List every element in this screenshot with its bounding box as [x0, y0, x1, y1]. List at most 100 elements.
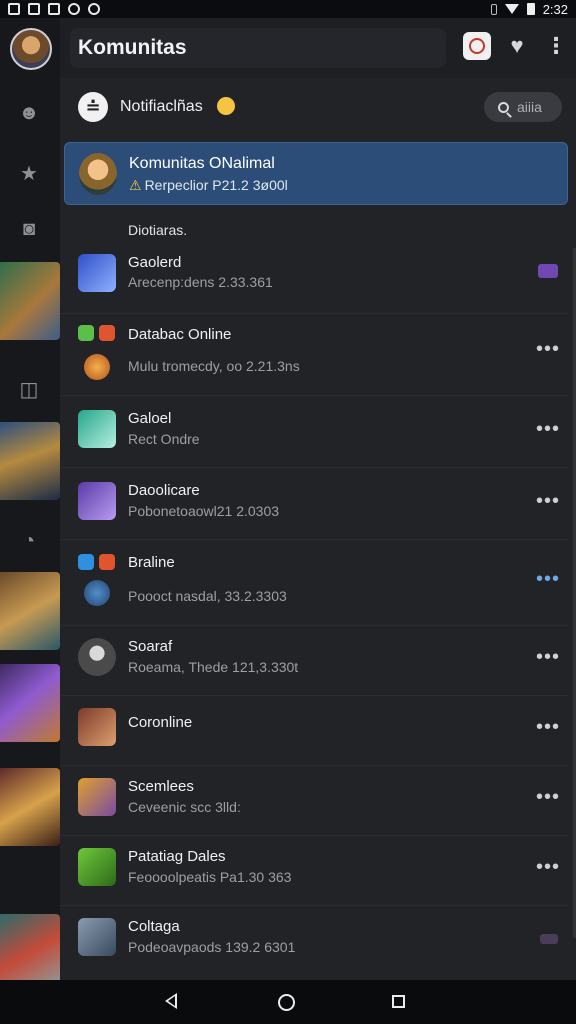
community-thumbnail[interactable]: [0, 422, 60, 500]
search-placeholder: aiiia: [517, 99, 542, 115]
more-options-icon[interactable]: •••: [536, 646, 560, 669]
wifi-icon: [504, 4, 519, 14]
list-item[interactable]: Galoel Rect Ondre •••: [60, 396, 568, 468]
notifications-panel: ≐ Notifiaclñas aiiia Komunitas ONalimal …: [60, 78, 576, 980]
badge-chip[interactable]: [538, 264, 558, 278]
star-icon[interactable]: ★: [16, 160, 42, 186]
list-item[interactable]: Soaraf Roeama, Thede 121,3.330t •••: [60, 626, 568, 696]
red-badge-icon: [99, 325, 115, 341]
list-item[interactable]: Daoolicare Pobonetoaowl21 2.0303 •••: [60, 468, 568, 540]
community-thumbnail[interactable]: [0, 572, 60, 650]
item-name: Patatiag Dales: [128, 848, 226, 865]
item-subtitle: Podeoavpaods 139.2 6301: [128, 939, 296, 955]
more-options-icon[interactable]: •••: [536, 568, 560, 591]
back-icon[interactable]: [165, 993, 177, 1009]
more-options-icon[interactable]: •••: [536, 490, 560, 513]
featured-subtitle: ⚠ Rerpeclior P21.2 3ø00l: [129, 177, 288, 194]
item-name: Coronline: [128, 714, 193, 731]
blue-badge-icon: [78, 554, 94, 570]
emoji-icon: [217, 97, 235, 115]
list-item[interactable]: Coronline •••: [60, 696, 568, 766]
item-subtitle: Rect Ondre: [128, 431, 200, 447]
more-options-icon[interactable]: •••: [536, 338, 560, 361]
item-subtitle: Pobonetoaowl21 2.0303: [128, 503, 280, 519]
left-rail: ☻ ★ ◙ ◫ ◔: [0, 18, 60, 992]
list-item[interactable]: Braline Poooct nasdal, 33.2.3303 •••: [60, 540, 568, 626]
featured-avatar: [79, 153, 117, 195]
item-avatar: [78, 638, 116, 676]
item-subtitle: Ceveenic scc 3lld:: [128, 799, 241, 815]
status-notification-icons: [8, 3, 100, 15]
item-badges: [78, 325, 115, 341]
camera-icon[interactable]: ◙: [16, 216, 42, 242]
top-bar: Komunitas ♥ ⋮: [60, 18, 576, 78]
section-label: Diotiaras.: [128, 222, 188, 238]
item-name: Braline: [128, 554, 175, 571]
item-avatar: [78, 254, 116, 292]
community-thumbnail[interactable]: [0, 664, 60, 742]
image-notification-icon: [8, 3, 20, 15]
item-subtitle: Feoooolpeatis Pa1.30 363: [128, 869, 292, 885]
home-icon[interactable]: [278, 994, 295, 1011]
badge-chip[interactable]: [540, 934, 558, 944]
more-options-icon[interactable]: •••: [536, 418, 560, 441]
item-avatar: [78, 410, 116, 448]
edit-notification-icon: [28, 3, 40, 15]
notifications-title: Notifiaclñas: [120, 98, 203, 115]
list-item[interactable]: Gaolerd Arecenp:dens 2.33.361: [60, 246, 568, 314]
item-name: Soaraf: [128, 638, 173, 655]
warning-icon: ⚠: [129, 177, 142, 193]
item-subtitle: Mulu tromecdy, oo 2.21.3ns: [128, 358, 300, 374]
item-subtitle: Arecenp:dens 2.33.361: [128, 274, 273, 290]
navigation-bar: [0, 980, 576, 1024]
item-avatar: [78, 918, 116, 956]
community-thumbnail[interactable]: [0, 768, 60, 846]
gamepad-notification-icon: [48, 3, 60, 15]
recents-icon[interactable]: [392, 995, 405, 1008]
filter-icon[interactable]: ≐: [78, 92, 108, 122]
item-avatar: [84, 354, 110, 380]
sync-notification-icon: [88, 3, 100, 15]
item-name: Coltaga: [128, 918, 180, 935]
item-name: Databac Online: [128, 326, 232, 343]
item-avatar: [78, 482, 116, 520]
more-options-icon[interactable]: •••: [536, 716, 560, 739]
featured-subtitle-text: Rerpeclior P21.2 3ø00l: [144, 177, 288, 193]
app-title[interactable]: Komunitas: [70, 28, 446, 68]
item-subtitle: Roeama, Thede 121,3.330t: [128, 659, 299, 675]
notifications-header: ≐ Notifiaclñas aiiia: [60, 78, 576, 136]
chart-icon[interactable]: ◫: [16, 376, 42, 402]
red-badge-icon: [99, 554, 115, 570]
battery-icon: [526, 3, 535, 15]
user-avatar[interactable]: [10, 28, 52, 70]
search-input[interactable]: aiiia: [484, 92, 562, 122]
featured-notification[interactable]: Komunitas ONalimal ⚠ Rerpeclior P21.2 3ø0…: [64, 142, 568, 205]
item-avatar: [78, 848, 116, 886]
list-item[interactable]: Scemlees Ceveenic scc 3lld: •••: [60, 766, 568, 836]
bluetooth-icon: [490, 3, 497, 15]
community-thumbnail[interactable]: [0, 262, 60, 340]
more-vertical-icon[interactable]: ⋮: [542, 32, 570, 60]
copy-notification-icon: [68, 3, 80, 15]
item-avatar: [84, 580, 110, 606]
heart-icon[interactable]: ♥: [503, 32, 531, 60]
item-name: Gaolerd: [128, 254, 182, 271]
list-item[interactable]: Databac Online Mulu tromecdy, oo 2.21.3n…: [60, 314, 568, 396]
more-options-icon[interactable]: •••: [536, 786, 560, 809]
more-options-icon[interactable]: •••: [536, 856, 560, 879]
item-avatar: [78, 708, 116, 746]
camera-icon[interactable]: [463, 32, 491, 60]
item-name: Daoolicare: [128, 482, 200, 499]
compass-icon[interactable]: ◔: [16, 528, 42, 554]
item-name: Scemlees: [128, 778, 194, 795]
green-badge-icon: [78, 325, 94, 341]
status-bar: 2:32: [0, 0, 576, 18]
status-system-icons: 2:32: [490, 2, 568, 17]
item-avatar: [78, 778, 116, 816]
search-icon: [498, 101, 509, 113]
featured-title: Komunitas ONalimal: [129, 155, 275, 172]
list-item[interactable]: Coltaga Podeoavpaods 139.2 6301: [60, 906, 568, 976]
item-badges: [78, 554, 115, 570]
list-item[interactable]: Patatiag Dales Feoooolpeatis Pa1.30 363 …: [60, 836, 568, 906]
smiley-icon[interactable]: ☻: [16, 100, 42, 126]
